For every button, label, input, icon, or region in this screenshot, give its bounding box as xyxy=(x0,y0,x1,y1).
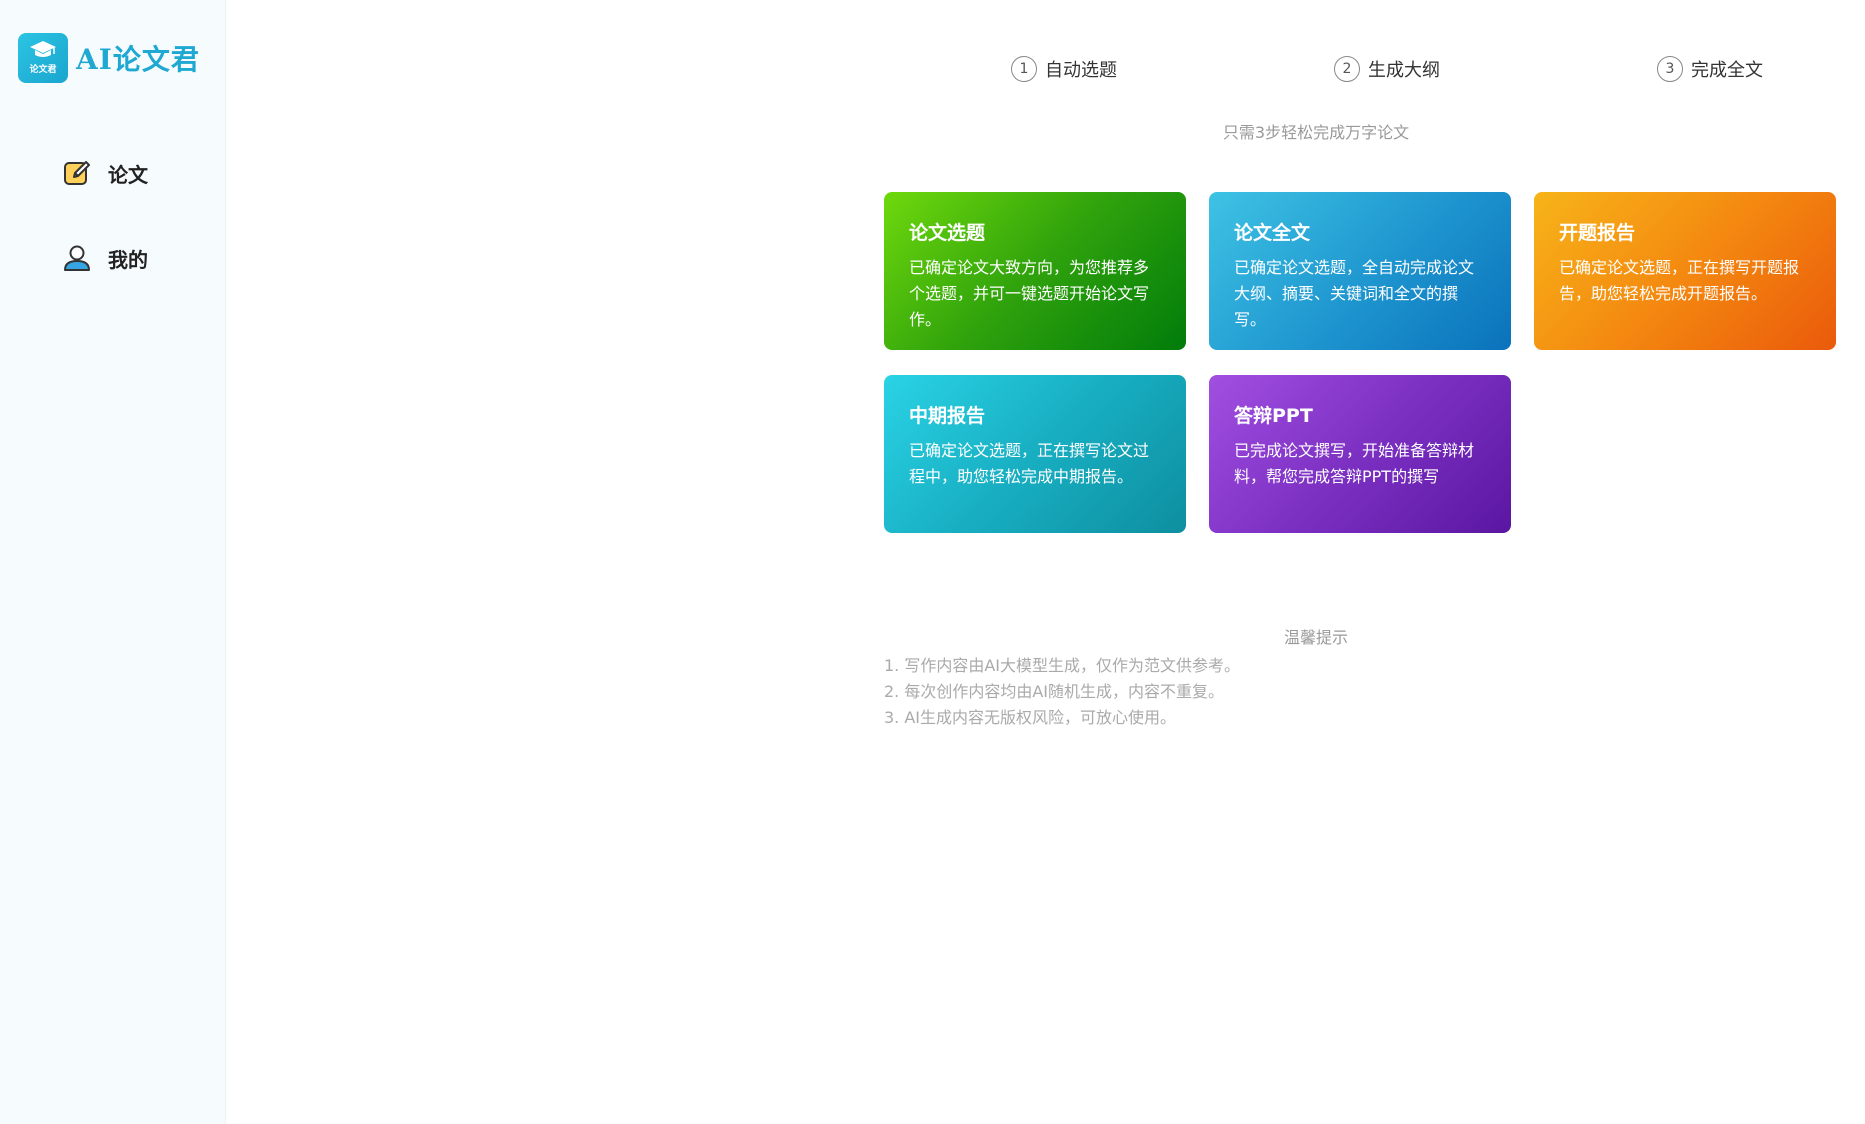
sidebar-item-mine[interactable]: 我的 xyxy=(62,243,148,273)
tip-item: 2. 每次创作内容均由AI随机生成，内容不重复。 xyxy=(884,682,1225,701)
card-desc: 已确定论文大致方向，为您推荐多个选题，并可一键选题开始论文写作。 xyxy=(909,258,1150,329)
tip-item: 3. AI生成内容无版权风险，可放心使用。 xyxy=(884,708,1177,727)
card-title: 论文全文 xyxy=(1234,222,1311,244)
step-number: 1 xyxy=(1011,56,1037,82)
steps-subtitle: 只需3步轻松完成万字论文 xyxy=(1222,123,1410,142)
brand[interactable]: 论文君 AI论文君 xyxy=(18,33,200,83)
graduation-cap-icon xyxy=(30,41,56,57)
card-title: 开题报告 xyxy=(1559,222,1636,244)
tips-list: 1. 写作内容由AI大模型生成，仅作为范文供参考。 2. 每次创作内容均由AI随… xyxy=(884,653,1240,731)
tip-item: 1. 写作内容由AI大模型生成，仅作为范文供参考。 xyxy=(884,656,1241,675)
card-midterm-report[interactable]: 中期报告 已确定论文选题，正在撰写论文过程中，助您轻松完成中期报告。 xyxy=(884,375,1186,533)
sidebar-item-label: 我的 xyxy=(108,247,148,272)
card-desc: 已确定论文选题，正在撰写论文过程中，助您轻松完成中期报告。 xyxy=(909,441,1150,486)
edit-icon xyxy=(64,161,90,185)
step-generate-outline: 2 生成大纲 xyxy=(1334,56,1440,82)
card-title: 答辩PPT xyxy=(1234,405,1313,427)
step-number: 3 xyxy=(1657,56,1683,82)
user-icon xyxy=(64,245,90,271)
logo-text: 论文君 xyxy=(29,65,57,75)
card-title: 论文选题 xyxy=(909,222,986,244)
brand-name: AI论文君 xyxy=(76,43,200,76)
card-desc: 已确定论文选题，正在撰写开题报告，助您轻松完成开题报告。 xyxy=(1559,258,1800,303)
main-content: 1 自动选题 2 生成大纲 3 完成全文 只需3步轻松完成万字论文 论文选题 已… xyxy=(226,0,1865,1124)
card-defense-ppt[interactable]: 答辩PPT 已完成论文撰写，开始准备答辩材料，帮您完成答辩PPT的撰写 xyxy=(1209,375,1511,533)
card-proposal-report[interactable]: 开题报告 已确定论文选题，正在撰写开题报告，助您轻松完成开题报告。 xyxy=(1534,192,1836,350)
sidebar-item-label: 论文 xyxy=(108,162,148,187)
sidebar: 论文君 AI论文君 论文 我的 xyxy=(0,0,226,1124)
card-title: 中期报告 xyxy=(909,405,986,427)
steps: 1 自动选题 2 生成大纲 3 完成全文 xyxy=(226,56,1865,84)
step-label: 完成全文 xyxy=(1691,60,1763,81)
step-label: 自动选题 xyxy=(1045,60,1117,81)
step-complete-paper: 3 完成全文 xyxy=(1657,56,1763,82)
card-paper-topic[interactable]: 论文选题 已确定论文大致方向，为您推荐多个选题，并可一键选题开始论文写作。 xyxy=(884,192,1186,350)
step-number: 2 xyxy=(1334,56,1360,82)
card-full-paper[interactable]: 论文全文 已确定论文选题，全自动完成论文大纲、摘要、关键词和全文的撰写。 xyxy=(1209,192,1511,350)
step-auto-topic: 1 自动选题 xyxy=(1011,56,1117,82)
sidebar-item-paper[interactable]: 论文 xyxy=(62,158,148,188)
card-desc: 已确定论文选题，全自动完成论文大纲、摘要、关键词和全文的撰写。 xyxy=(1234,258,1475,329)
logo-icon: 论文君 xyxy=(18,33,68,83)
tips-title: 温馨提示 xyxy=(1283,628,1348,647)
card-desc: 已完成论文撰写，开始准备答辩材料，帮您完成答辩PPT的撰写 xyxy=(1234,441,1475,486)
step-label: 生成大纲 xyxy=(1368,60,1440,81)
